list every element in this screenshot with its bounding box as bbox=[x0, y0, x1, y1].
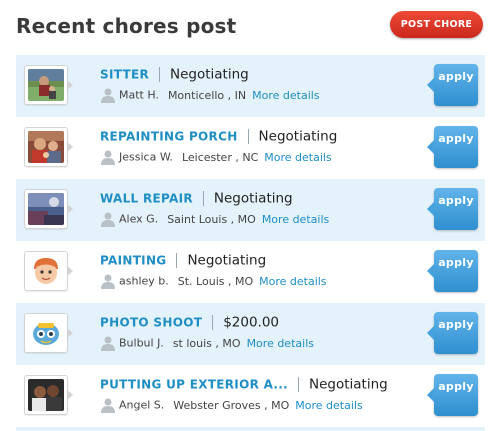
chore-thumbnail[interactable] bbox=[24, 313, 73, 353]
user-name: Angel S. bbox=[119, 398, 165, 412]
user-name: ashley b. bbox=[119, 274, 169, 288]
photo-family-icon bbox=[28, 131, 64, 163]
photo-sky-icon bbox=[28, 193, 64, 225]
chore-thumbnail[interactable] bbox=[24, 251, 73, 291]
divider bbox=[159, 67, 160, 82]
chore-meta: ashley b. St. Louis , MO More details bbox=[100, 273, 327, 289]
more-details-link[interactable]: More details bbox=[295, 399, 362, 412]
chore-meta: Alex G. Saint Louis , MO More details bbox=[100, 211, 329, 227]
location: Monticello , IN bbox=[167, 88, 247, 102]
more-details-link[interactable]: More details bbox=[247, 337, 314, 350]
chore-row: PHOTO SHOOT $200.00 Bulbul J. st louis , M… bbox=[16, 303, 485, 365]
chore-row-partial bbox=[16, 427, 485, 431]
apply-button[interactable]: apply bbox=[427, 250, 478, 292]
user-name: Matt H. bbox=[119, 88, 159, 102]
chore-thumbnail[interactable] bbox=[24, 127, 73, 167]
chore-status: Negotiating bbox=[213, 190, 293, 207]
cartoon-avatar-icon bbox=[28, 317, 64, 349]
chore-title[interactable]: SITTER bbox=[100, 68, 149, 82]
apply-button[interactable]: apply bbox=[427, 374, 478, 416]
chore-status: Negotiating bbox=[258, 128, 338, 145]
location: Webster Groves , MO bbox=[173, 398, 290, 412]
divider bbox=[176, 253, 178, 268]
chore-status: Negotiating bbox=[187, 252, 267, 269]
more-details-link[interactable]: More details bbox=[264, 151, 331, 164]
chore-title-line: SITTER Negotiating bbox=[100, 64, 249, 83]
apply-button[interactable]: apply bbox=[427, 64, 478, 106]
location: Saint Louis , MO bbox=[167, 212, 256, 226]
chore-title[interactable]: PAINTING bbox=[100, 254, 166, 268]
user-name: Bulbul J. bbox=[119, 336, 164, 350]
chore-title-line: PAINTING Negotiating bbox=[100, 250, 267, 269]
more-details-link[interactable]: More details bbox=[262, 213, 329, 226]
divider bbox=[212, 315, 214, 330]
chore-row: PUTTING UP EXTERIOR A... Negotiating Ange… bbox=[16, 365, 485, 427]
divider bbox=[202, 191, 204, 206]
chore-title[interactable]: PHOTO SHOOT bbox=[100, 316, 202, 330]
user-icon bbox=[101, 88, 115, 103]
location: St. Louis , MO bbox=[177, 274, 254, 288]
location: Leicester , NC bbox=[181, 150, 259, 164]
chore-meta: Bulbul J. st louis , MO More details bbox=[100, 335, 314, 351]
apply-button[interactable]: apply bbox=[427, 312, 478, 354]
user-icon bbox=[101, 274, 115, 289]
chore-title-line: PUTTING UP EXTERIOR A... Negotiating bbox=[100, 374, 388, 393]
photo-outdoor-icon bbox=[28, 69, 64, 101]
page-title: Recent chores post bbox=[16, 14, 237, 38]
chore-status: Negotiating bbox=[308, 376, 388, 393]
chore-row: REPAINTING PORCH Negotiating Jessica W. Le… bbox=[16, 117, 485, 179]
chore-title-line: REPAINTING PORCH Negotiating bbox=[100, 126, 338, 145]
chore-thumbnail[interactable] bbox=[24, 65, 73, 105]
user-icon bbox=[101, 398, 115, 413]
photo-couple-icon bbox=[28, 379, 64, 411]
cartoon-face-icon bbox=[28, 255, 64, 287]
apply-button[interactable]: apply bbox=[427, 126, 478, 168]
chore-title[interactable]: PUTTING UP EXTERIOR A... bbox=[100, 378, 288, 392]
divider bbox=[247, 129, 249, 144]
post-chore-button[interactable]: POST CHORE bbox=[390, 11, 483, 38]
chore-price: $200.00 bbox=[223, 314, 280, 331]
user-name: Jessica W. bbox=[119, 150, 173, 164]
user-icon bbox=[101, 212, 115, 227]
chore-meta: Matt H. Monticello , IN More details bbox=[100, 87, 320, 103]
chore-title-line: PHOTO SHOOT $200.00 bbox=[100, 312, 280, 331]
user-icon bbox=[101, 336, 115, 351]
header: Recent chores post POST CHORE bbox=[0, 0, 500, 56]
chore-row: PAINTING Negotiating ashley b. St. Louis ,… bbox=[16, 241, 485, 303]
location: st louis , MO bbox=[172, 336, 241, 350]
apply-button[interactable]: apply bbox=[427, 188, 478, 230]
chore-row: SITTER Negotiating Matt H. Monticello , IN… bbox=[16, 55, 485, 117]
chore-list: SITTER Negotiating Matt H. Monticello , IN… bbox=[16, 55, 485, 431]
chore-thumbnail[interactable] bbox=[24, 375, 73, 415]
chore-thumbnail[interactable] bbox=[24, 189, 73, 229]
chore-title[interactable]: REPAINTING PORCH bbox=[100, 130, 238, 144]
chore-title[interactable]: WALL REPAIR bbox=[100, 192, 193, 206]
chore-title-line: WALL REPAIR Negotiating bbox=[100, 188, 293, 207]
chore-meta: Angel S. Webster Groves , MO More details bbox=[100, 397, 363, 413]
chore-row: WALL REPAIR Negotiating Alex G. Saint Loui… bbox=[16, 179, 485, 241]
chore-status: Negotiating bbox=[170, 66, 249, 83]
user-name: Alex G. bbox=[119, 212, 159, 226]
more-details-link[interactable]: More details bbox=[252, 89, 319, 102]
user-icon bbox=[101, 150, 115, 165]
divider bbox=[297, 377, 299, 392]
more-details-link[interactable]: More details bbox=[259, 275, 326, 288]
chore-meta: Jessica W. Leicester , NC More details bbox=[100, 149, 332, 165]
